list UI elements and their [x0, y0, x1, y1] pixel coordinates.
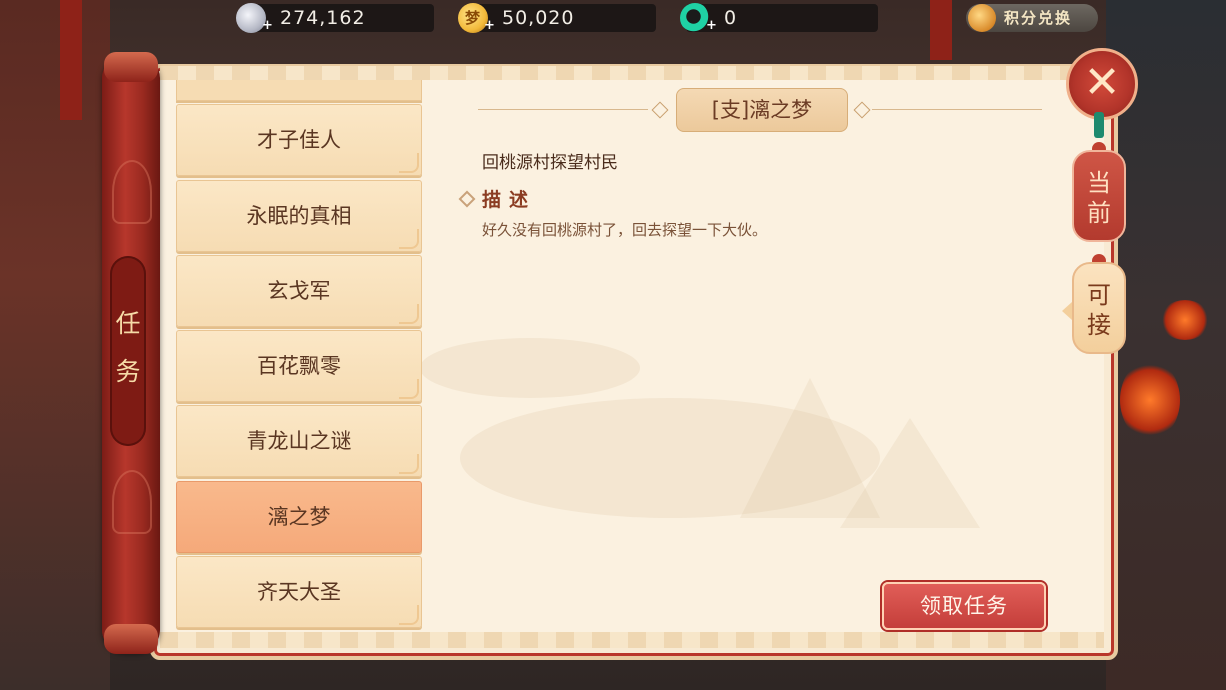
tab-current-char: 当 [1087, 169, 1111, 197]
task-tab-label: 任 务 [110, 300, 146, 396]
gold-coin-glyph: 梦 [464, 9, 481, 27]
background-ember [1120, 360, 1180, 440]
cloud-pattern-border [160, 66, 1104, 80]
accept-quest-button[interactable]: 领取任务 [882, 582, 1046, 630]
cloud-pattern-border [160, 632, 1104, 648]
add-icon: + [484, 18, 496, 33]
quest-objective: 回桃源村探望村民 [482, 153, 618, 173]
quest-title: 才子佳人 [257, 128, 341, 152]
quest-list-item[interactable]: 才子佳人 [176, 104, 422, 176]
tab-available-char: 可 [1087, 281, 1111, 309]
points-exchange-button[interactable]: 积分兑换 [966, 4, 1098, 32]
jade-amount: 0 [724, 7, 738, 29]
quest-title: 齐天大圣 [257, 580, 341, 604]
silver-currency[interactable]: + 274,162 [236, 3, 434, 33]
roller-cap-top [104, 52, 158, 82]
quest-list-item[interactable]: 齐天大圣 [176, 556, 422, 628]
quest-title: 玄戈军 [267, 279, 331, 303]
add-icon: + [706, 18, 718, 33]
task-tab-char: 任 [115, 309, 141, 338]
tab-pointer-icon [1062, 302, 1072, 320]
quest-list-item[interactable]: 百花飘零 [176, 330, 422, 402]
quest-list-item[interactable]: 永眠的真相 [176, 180, 422, 252]
quest-title: 永眠的真相 [246, 204, 352, 228]
corner-ornament [399, 304, 419, 324]
add-icon: + [262, 18, 274, 33]
tab-available[interactable]: 可 接 [1072, 262, 1126, 354]
roller-ornament [112, 470, 152, 534]
roller-ornament [112, 160, 152, 224]
scenery-mountain [840, 418, 980, 528]
close-icon: ✕ [1083, 57, 1121, 108]
quest-title: 漓之梦 [267, 505, 331, 529]
tab-current-char: 前 [1087, 199, 1111, 227]
quest-title-banner: [支]漓之梦 [676, 88, 848, 132]
close-button[interactable]: ✕ [1066, 48, 1138, 120]
jade-currency[interactable]: + 0 [680, 3, 878, 33]
background-pillar [60, 0, 82, 120]
corner-ornament [399, 379, 419, 399]
list-item-partial[interactable] [176, 80, 422, 101]
money-bag-icon [968, 4, 996, 32]
background-left [0, 0, 110, 690]
silver-amount: 274,162 [280, 7, 366, 29]
quest-title: 青龙山之谜 [246, 429, 352, 453]
corner-ornament [399, 229, 419, 249]
description-heading: 描述 [482, 189, 537, 211]
tassel-ornament [1094, 112, 1104, 138]
points-exchange-label: 积分兑换 [1004, 9, 1073, 27]
gold-currency[interactable]: 梦 + 50,020 [458, 3, 656, 33]
corner-ornament [399, 454, 419, 474]
quest-list-item[interactable]: 玄戈军 [176, 255, 422, 327]
roller-cap-bottom [104, 624, 158, 654]
corner-ornament [399, 605, 419, 625]
gold-amount: 50,020 [502, 7, 575, 29]
title-divider-right [872, 109, 1042, 110]
background-ember [1160, 300, 1210, 340]
tab-current[interactable]: 当 前 [1072, 150, 1126, 242]
title-divider-left [478, 109, 648, 110]
quest-list-item[interactable]: 青龙山之谜 [176, 405, 422, 477]
quest-list-item-selected[interactable]: 漓之梦 [176, 481, 422, 553]
quest-title: 百花飘零 [257, 354, 341, 378]
task-tab-char: 务 [115, 357, 141, 386]
quest-description: 好久没有回桃源村了，回去探望一下大伙。 [482, 221, 768, 239]
scenery-tree [420, 338, 640, 398]
tab-available-char: 接 [1087, 311, 1111, 339]
corner-ornament [399, 153, 419, 173]
background-pillar [930, 0, 952, 60]
